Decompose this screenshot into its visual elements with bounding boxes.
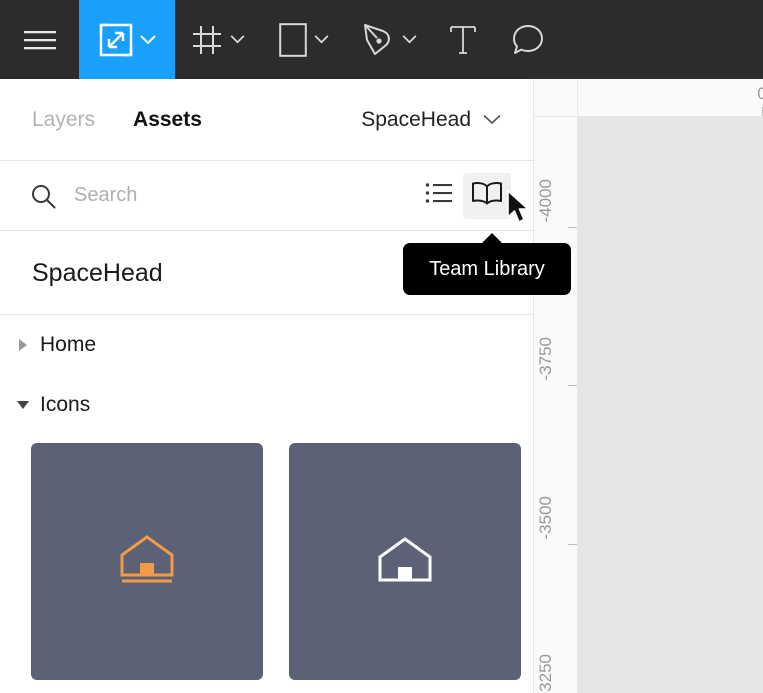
chevron-down-icon[interactable] [230,35,245,44]
chevron-down-icon[interactable] [402,35,417,44]
text-icon [448,24,478,56]
ruler-v-label: -3250 [536,654,556,693]
asset-group-home[interactable]: Home [0,315,533,375]
main-menu-button[interactable] [0,0,79,79]
search-row [0,161,533,231]
tooltip-label: Team Library [429,258,545,281]
search-icon [30,183,56,209]
list-view-button[interactable] [415,173,463,219]
asset-group-icons[interactable]: Icons [0,375,533,435]
ruler-v-label: -4000 [536,179,556,222]
move-scale-tool-button[interactable] [79,0,175,79]
horizontal-ruler[interactable]: 0 [578,79,763,117]
asset-group-label: Icons [40,393,90,417]
ruler-v-label: -3500 [536,496,556,539]
library-selector[interactable]: SpaceHead [361,108,501,132]
ruler-v-tick [568,544,577,545]
ruler-v-tick [568,385,577,386]
house-icon-white [377,535,433,588]
house-icon-orange [119,533,175,590]
asset-thumbnail-house-white[interactable] [289,443,521,680]
panel-tab-bar: Layers Assets SpaceHead [0,79,533,161]
hamburger-menu-icon [23,28,57,52]
frame-tool-button[interactable] [175,0,261,79]
ruler-v-label: -3750 [536,337,556,380]
caret-right-icon [12,338,34,352]
comment-icon [512,24,544,56]
canvas-surface[interactable] [579,117,763,693]
asset-thumbnail-grid [0,435,533,680]
rectangle-icon [279,23,307,57]
caret-down-icon [12,399,34,411]
tooltip-team-library: Team Library [403,243,571,295]
move-scale-icon [99,23,133,57]
text-tool-button[interactable] [433,0,493,79]
top-toolbar [0,0,763,79]
pen-icon [363,23,395,57]
book-icon [471,180,503,211]
chevron-down-icon[interactable] [140,35,156,45]
asset-group-label: Home [40,333,96,357]
tab-assets[interactable]: Assets [133,108,202,132]
asset-thumbnail-house-orange[interactable] [31,443,263,680]
tab-layers[interactable]: Layers [32,108,95,132]
team-library-button[interactable] [463,173,511,219]
figma-editor-window: Layers Assets SpaceHead [0,0,763,693]
shape-tool-button[interactable] [261,0,347,79]
ruler-v-tick [568,227,577,228]
frame-icon [191,24,223,56]
library-selector-label: SpaceHead [361,108,471,132]
chevron-down-icon [483,114,501,125]
canvas-area[interactable]: 0 -4000 -3750 -3500 -3250 [534,79,763,693]
comment-tool-button[interactable] [493,0,563,79]
pen-tool-button[interactable] [347,0,433,79]
chevron-down-icon[interactable] [314,35,329,44]
vertical-ruler[interactable]: -4000 -3750 -3500 -3250 [534,117,578,693]
ruler-corner [534,79,578,117]
search-input[interactable] [74,184,415,207]
list-icon [425,182,453,209]
ruler-h-label: 0 [757,84,763,104]
assets-panel: Layers Assets SpaceHead [0,79,534,693]
